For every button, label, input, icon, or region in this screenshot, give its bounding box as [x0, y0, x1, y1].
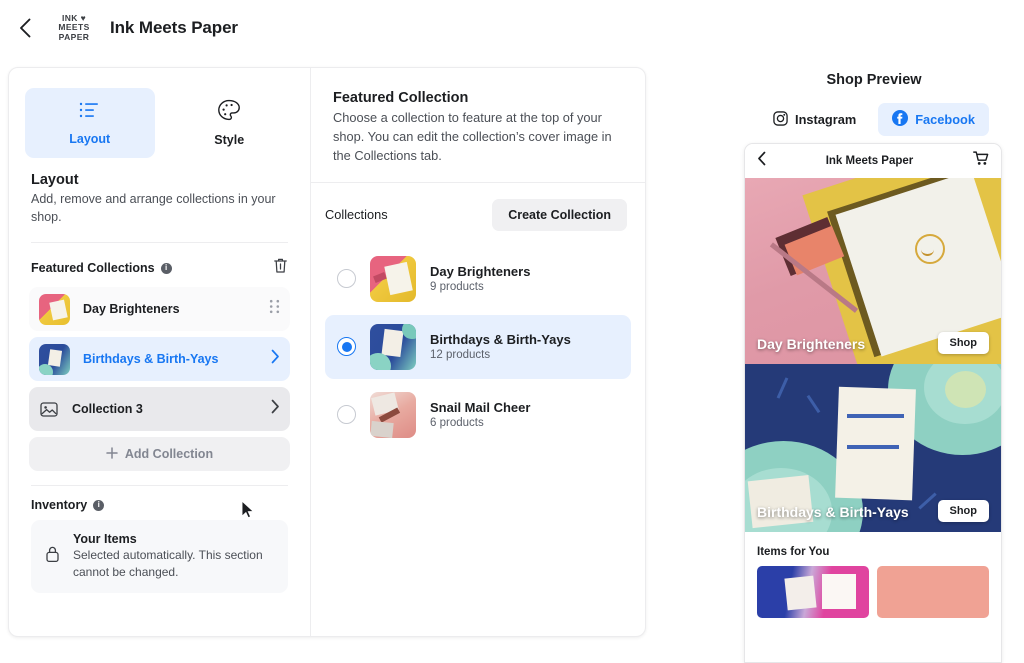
- phone-header: Ink Meets Paper: [745, 144, 1001, 178]
- collection-thumbnail: [370, 323, 416, 370]
- preview-shop-button[interactable]: Shop: [937, 500, 989, 522]
- palette-icon: [217, 99, 241, 126]
- collection-option-text: Birthdays & Birth-Yays 12 products: [430, 332, 571, 361]
- inventory-header: Inventory i: [9, 486, 310, 512]
- collection-option-text: Snail Mail Cheer 6 products: [430, 400, 530, 429]
- featured-collection-description: Choose a collection to feature at the to…: [333, 110, 612, 164]
- facebook-icon: [892, 110, 909, 129]
- inventory-item-description: Selected automatically. This section can…: [73, 548, 263, 580]
- featured-collections-header: Featured Collections i: [9, 243, 310, 279]
- back-chevron-icon[interactable]: [12, 15, 38, 41]
- featured-collection-row-1[interactable]: Day Brighteners: [29, 287, 290, 332]
- collection-option-name: Snail Mail Cheer: [430, 400, 531, 416]
- preview-shop-button[interactable]: Shop: [937, 332, 989, 354]
- inventory-text-block: Your Items Selected automatically. This …: [73, 532, 274, 581]
- editor-tabs: Layout Style: [9, 68, 310, 158]
- collection-option-row[interactable]: Birthdays & Birth-Yays 12 products: [325, 314, 631, 379]
- collection-thumbnail: [370, 391, 416, 438]
- instagram-icon: [773, 110, 788, 129]
- collection-option-text: Day Brighteners 9 products: [430, 264, 530, 293]
- featured-collection-title: Featured Collection: [333, 90, 469, 106]
- page-title: Ink Meets Paper: [110, 18, 238, 37]
- add-collection-button[interactable]: Add Collection: [29, 437, 290, 472]
- info-icon[interactable]: i: [93, 499, 105, 511]
- collections-label: Collections: [325, 207, 388, 223]
- collection-option-count: 9 products: [430, 281, 484, 294]
- featured-collections-list: Day Brighteners Birthdays & Birth-Yays C…: [9, 279, 310, 432]
- plus-icon: [106, 447, 118, 462]
- channel-tab-instagram[interactable]: Instagram: [759, 104, 870, 136]
- inventory-label: Inventory: [31, 498, 88, 513]
- featured-collections-label: Featured Collections: [31, 261, 155, 276]
- featured-collection-name: Day Brighteners: [83, 302, 180, 317]
- tab-layout[interactable]: Layout: [25, 88, 155, 158]
- layout-section-title: Layout: [31, 172, 79, 188]
- collection-option-row[interactable]: Day Brighteners 9 products: [325, 247, 631, 311]
- layout-section-description: Add, remove and arrange collections in y…: [31, 192, 276, 225]
- product-tile[interactable]: [757, 566, 869, 618]
- channel-tab-facebook[interactable]: Facebook: [878, 103, 989, 136]
- radio-button[interactable]: [337, 405, 356, 425]
- tab-style[interactable]: Style: [165, 88, 295, 158]
- collection-thumbnail: [39, 343, 70, 375]
- layout-section: Layout Add, remove and arrange collectio…: [9, 158, 310, 244]
- collection-option-count: 12 products: [430, 349, 491, 362]
- inventory-your-items-card: Your Items Selected automatically. This …: [31, 520, 288, 593]
- featured-collection-row-2[interactable]: Birthdays & Birth-Yays: [29, 337, 290, 382]
- inventory-title-group: Inventory i: [31, 498, 105, 513]
- featured-collection-panel: Featured Collection Choose a collection …: [311, 68, 645, 636]
- radio-button[interactable]: [337, 337, 356, 357]
- tab-style-label: Style: [214, 133, 245, 147]
- image-placeholder-icon: [39, 399, 59, 419]
- tab-layout-label: Layout: [69, 132, 111, 146]
- inventory-item-title: Your Items: [73, 532, 137, 547]
- preview-banner-label: Birthdays & Birth-Yays: [757, 504, 909, 520]
- chevron-right-icon[interactable]: [271, 399, 280, 419]
- featured-collection-name: Collection 3: [72, 402, 143, 417]
- collection-option-name: Birthdays & Birth-Yays: [430, 332, 571, 348]
- phone-header-title: Ink Meets Paper: [825, 155, 914, 167]
- chevron-right-icon[interactable]: [271, 349, 280, 369]
- shop-preview-title: Shop Preview: [826, 72, 922, 88]
- product-tile[interactable]: [877, 566, 989, 618]
- items-for-you-row: [745, 566, 1001, 618]
- logo-line-3: PAPER: [58, 31, 90, 42]
- editor-card: Layout Style Layout Add, remove and arra…: [8, 67, 646, 637]
- phone-preview: Ink Meets Paper Day Brighteners Shop Bir…: [744, 143, 1002, 663]
- channel-tab-facebook-label: Facebook: [915, 112, 975, 127]
- lock-icon: [45, 545, 60, 568]
- featured-collection-header: Featured Collection Choose a collection …: [311, 68, 645, 183]
- collection-option-row[interactable]: Snail Mail Cheer 6 products: [325, 383, 631, 447]
- preview-banner-label: Day Brighteners: [757, 336, 866, 352]
- collection-thumbnail: [39, 293, 70, 325]
- featured-collections-title-group: Featured Collections i: [31, 261, 172, 275]
- collection-option-name: Day Brighteners: [430, 264, 531, 280]
- featured-collection-name: Birthdays & Birth-Yays: [83, 352, 219, 367]
- layout-panel: Layout Style Layout Add, remove and arra…: [9, 68, 311, 636]
- items-for-you-heading: Items for You: [757, 546, 830, 558]
- top-bar: INK ♥ MEETS PAPER Ink Meets Paper: [0, 0, 1024, 56]
- create-collection-button[interactable]: Create Collection: [492, 198, 627, 231]
- channel-tab-instagram-label: Instagram: [795, 112, 857, 127]
- birthdays-art: [39, 343, 70, 375]
- brand-logo: INK ♥ MEETS PAPER: [52, 8, 96, 48]
- day-brighteners-art: [39, 293, 70, 325]
- trash-icon[interactable]: [273, 257, 288, 279]
- add-collection-label: Add Collection: [124, 447, 214, 462]
- preview-banner-birthdays[interactable]: Birthdays & Birth-Yays Shop: [745, 364, 1001, 532]
- preview-banner-day-brighteners[interactable]: Day Brighteners Shop: [745, 178, 1001, 364]
- preview-channel-tabs: Instagram Facebook: [745, 103, 1003, 136]
- cart-icon[interactable]: [973, 151, 989, 171]
- collection-thumbnail: [370, 255, 416, 302]
- radio-button[interactable]: [337, 269, 356, 289]
- back-chevron-icon[interactable]: [757, 151, 766, 171]
- drag-handle-icon[interactable]: [269, 299, 280, 319]
- featured-collection-row-3[interactable]: Collection 3: [29, 387, 290, 432]
- info-icon[interactable]: i: [160, 262, 172, 274]
- collections-toolbar: Collections Create Collection: [311, 183, 645, 231]
- layout-list-icon: [78, 100, 102, 125]
- collection-options-list: Day Brighteners 9 products Birthdays & B…: [311, 231, 645, 447]
- collection-option-count: 6 products: [430, 417, 484, 430]
